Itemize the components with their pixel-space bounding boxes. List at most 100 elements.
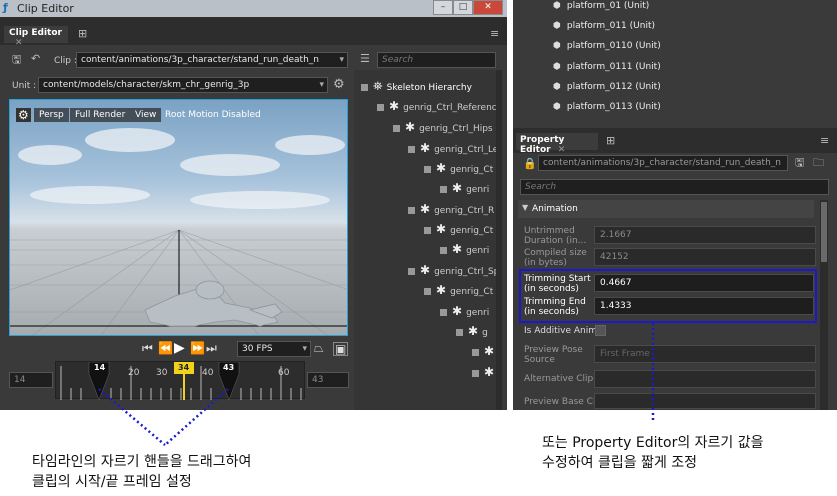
skip-end-icon[interactable]: ⏭: [206, 342, 217, 354]
settings-gear-icon[interactable]: ⚙: [333, 78, 345, 91]
alternative-clip-select[interactable]: [594, 370, 816, 388]
section-header[interactable]: ▼ Animation: [518, 200, 814, 218]
play-icon[interactable]: ▶: [174, 341, 185, 355]
chevron-down-icon: ▼: [522, 203, 529, 212]
scene-list-item[interactable]: ⬢ platform_0111 (Unit): [553, 62, 661, 72]
unit-icon: ⬢: [553, 21, 561, 31]
trim-end-label: 43: [223, 363, 235, 372]
add-tab-icon[interactable]: ⊞: [78, 28, 87, 39]
persp-button[interactable]: Persp: [34, 108, 69, 122]
tree-item[interactable]: ✱ genrig_Ctrl_Hips: [393, 120, 493, 134]
timeline-start-field[interactable]: 14: [9, 372, 53, 388]
character-model: [144, 280, 283, 327]
scene-list-item[interactable]: ⬢ platform_0112 (Unit): [553, 82, 661, 92]
prop-label: Is Additive Anim: [524, 326, 598, 336]
tree-item[interactable]: ✱ genrig_Ctrl_R: [408, 202, 494, 216]
property-scrollbar[interactable]: [820, 200, 828, 410]
hierarchy-search-input[interactable]: Search: [377, 52, 496, 68]
lock-icon[interactable]: 🔒: [523, 158, 537, 169]
tree-item[interactable]: ✱ genri: [440, 304, 489, 318]
unit-icon: ⬢: [553, 41, 561, 51]
maximize-button[interactable]: □: [453, 0, 473, 15]
prop-label: Trimming Start (in seconds): [524, 274, 591, 294]
tree-item[interactable]: ✱ g: [456, 324, 488, 338]
clip-label: Clip :: [54, 56, 77, 66]
view-button[interactable]: View: [130, 108, 162, 122]
tree-item[interactable]: ✱ genrig_Ct: [424, 161, 493, 175]
film-icon[interactable]: ▣: [333, 342, 349, 356]
window-title: Clip Editor: [17, 2, 74, 15]
tree-item[interactable]: ✱: [472, 365, 498, 379]
clip-editor-titlebar: ƒ Clip Editor – □ ✕: [0, 0, 507, 17]
tree-item[interactable]: ✱ genri: [440, 181, 489, 195]
caption-right-line1: 또는 Property Editor의 자르기 값을: [542, 435, 764, 451]
clip-path-field[interactable]: content/animations/3p_character/stand_ru…: [76, 52, 348, 68]
tree-item[interactable]: ✱: [472, 344, 498, 358]
timeline-end-field[interactable]: 43: [307, 372, 349, 388]
unit-icon: ⬢: [553, 1, 561, 11]
tree-item[interactable]: ✱ genrig_Ctrl_Reference: [377, 99, 502, 113]
tab-clip-editor[interactable]: Clip Editor ✕: [4, 26, 68, 48]
scene-list-item[interactable]: ⬢ platform_011 (Unit): [553, 21, 655, 31]
unit-label: Unit :: [12, 81, 37, 91]
unit-icon: ⬢: [553, 102, 561, 112]
is-additive-checkbox[interactable]: [595, 325, 606, 336]
tick-label: 40: [202, 368, 214, 378]
tree-item[interactable]: ✱ genri: [440, 242, 489, 256]
tick-label: 20: [128, 368, 140, 378]
tree-item[interactable]: ✱ genrig_Ct: [424, 222, 493, 236]
chevron-down-icon: ▾: [319, 80, 324, 90]
viewport[interactable]: ⚙ Persp Full Render View Root Motion Dis…: [9, 99, 348, 336]
scene-list-item[interactable]: ⬢ platform_0113 (Unit): [553, 102, 661, 112]
app-logo-icon: ƒ: [3, 1, 8, 14]
folder-icon[interactable]: 🗀: [813, 157, 824, 168]
tick-label: 30: [156, 368, 168, 378]
minimize-button[interactable]: –: [433, 0, 453, 15]
property-search-input[interactable]: Search: [520, 179, 829, 195]
fps-select[interactable]: 30 FPS ▾: [237, 341, 311, 357]
prop-label: Preview Pose Source: [524, 345, 583, 365]
timeline[interactable]: 14 43 34 20 30 40 60: [55, 361, 305, 400]
unit-path-field[interactable]: content/models/character/skm_chr_genrig_…: [38, 77, 328, 93]
chevron-down-icon: ▾: [339, 55, 344, 65]
trimming-end-field[interactable]: 1.4333: [594, 297, 814, 315]
prop-label: Alternative Clip: [524, 374, 594, 384]
undo-icon[interactable]: ↶: [31, 53, 40, 64]
step-forward-icon[interactable]: ⏩: [190, 342, 205, 354]
compiled-size-field: 42152: [594, 248, 816, 266]
root-motion-status: Root Motion Disabled: [165, 110, 261, 120]
save-icon[interactable]: 🖫: [795, 157, 804, 168]
tab-property-editor[interactable]: Property Editor ✕: [516, 133, 598, 155]
unit-icon: ⬢: [553, 62, 561, 72]
menu-icon[interactable]: ≡: [820, 135, 829, 146]
viewport-settings-icon[interactable]: ⚙: [16, 108, 31, 122]
close-tab-icon[interactable]: ✕: [558, 145, 566, 155]
tree-item[interactable]: ✱ genrig_Ctrl_Sp: [408, 263, 499, 277]
unit-icon: ⬢: [553, 82, 561, 92]
add-tab-icon[interactable]: ⊞: [606, 135, 615, 146]
list-view-icon[interactable]: ☰: [360, 53, 370, 64]
full-render-button[interactable]: Full Render: [70, 108, 131, 122]
prop-label: Compiled size (in bytes): [524, 248, 587, 268]
save-icon[interactable]: 🖫: [12, 54, 21, 65]
loop-icon[interactable]: ⏢: [314, 342, 324, 354]
caption-right-line2: 수정하여 클립을 짧게 조정: [542, 455, 698, 471]
menu-icon[interactable]: ≡: [490, 28, 499, 39]
close-window-button[interactable]: ✕: [473, 0, 503, 15]
tree-item[interactable]: ✱ genrig_Ct: [424, 283, 493, 297]
scene-list-item[interactable]: ⬢ platform_0110 (Unit): [553, 41, 661, 51]
trim-start-label: 14: [94, 363, 106, 372]
close-tab-icon[interactable]: ✕: [15, 38, 23, 48]
preview-base-clip-select[interactable]: [594, 393, 816, 409]
tree-root[interactable]: ⛯ Skeleton Hierarchy: [361, 79, 472, 94]
hierarchy-scrollbar[interactable]: [496, 70, 502, 410]
property-path-field[interactable]: content/animations/3p_character/stand_ru…: [538, 155, 788, 171]
step-back-icon[interactable]: ⏪: [158, 342, 173, 354]
trimming-start-field[interactable]: 0.4667: [594, 274, 814, 292]
skip-start-icon[interactable]: ⏮: [142, 342, 153, 354]
caption-left-line1: 타임라인의 자르기 핸들을 드래그하여: [32, 454, 252, 470]
tree-item[interactable]: ✱ genrig_Ctrl_Le: [408, 141, 498, 155]
preview-pose-select[interactable]: First Frame: [594, 345, 816, 363]
prop-label: Untrimmed Duration (in...: [524, 226, 587, 246]
scene-list-item[interactable]: ⬢ platform_01 (Unit): [553, 1, 649, 11]
